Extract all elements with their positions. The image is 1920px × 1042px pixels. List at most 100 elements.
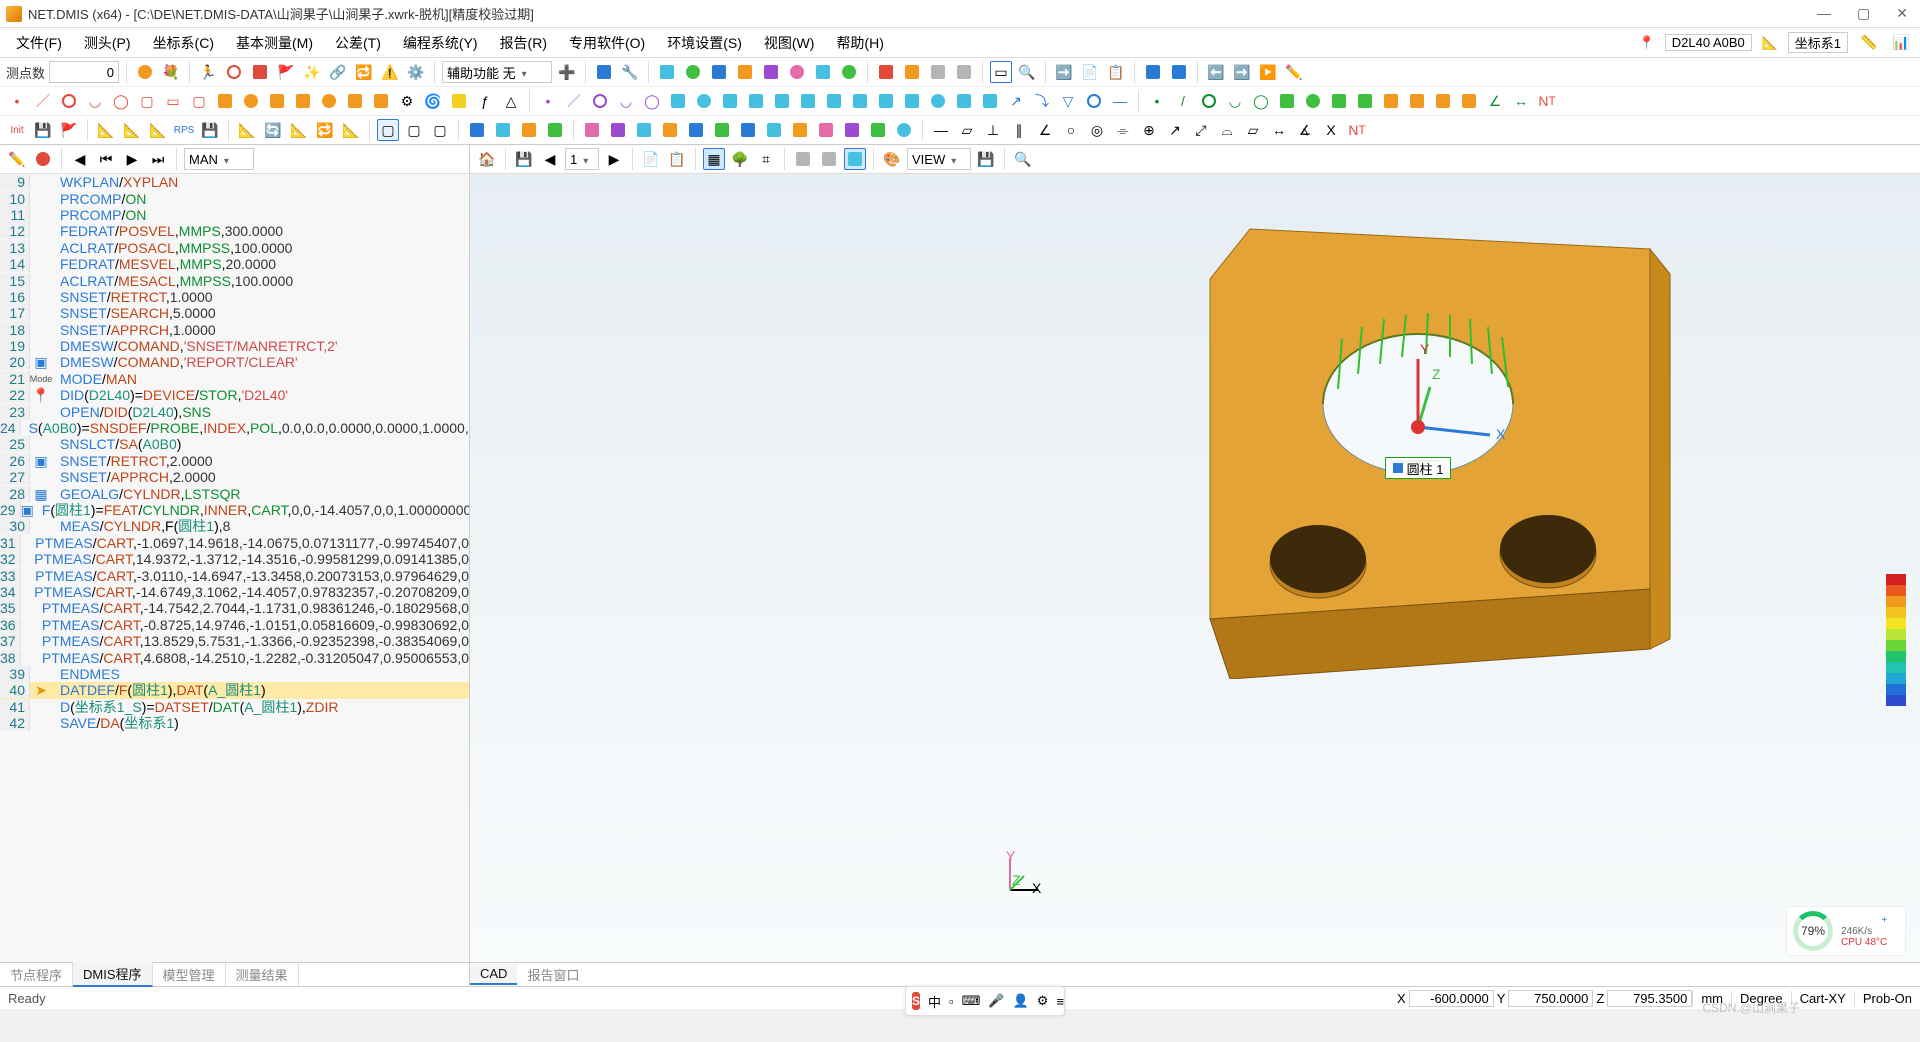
ime-gear-icon[interactable]: ⚙ <box>1037 993 1049 1009</box>
dbh-icon[interactable] <box>893 119 915 141</box>
code-line[interactable]: 13ACLRAT/POSACL,MMPSS,100.0000 <box>0 240 469 256</box>
edit-icon[interactable]: ✏️ <box>1283 61 1305 83</box>
next-step-icon[interactable]: ▶ <box>121 148 143 170</box>
rrect-feat-icon[interactable]: ▢ <box>188 90 210 112</box>
con-el-icon[interactable]: ◯ <box>641 90 663 112</box>
rect-feat-icon[interactable]: ▭ <box>162 90 184 112</box>
tol-pl-icon[interactable] <box>1276 90 1298 112</box>
pause-icon[interactable]: 💐 <box>160 61 182 83</box>
menu-program[interactable]: 编程系统(Y) <box>395 31 486 55</box>
curve-feat-icon[interactable] <box>344 90 366 112</box>
con-rr-icon[interactable] <box>849 90 871 112</box>
coord-selector[interactable]: 坐标系1 <box>1788 32 1848 53</box>
db7-icon[interactable] <box>633 119 655 141</box>
con-tor-icon[interactable] <box>927 90 949 112</box>
save2-icon[interactable]: 💾 <box>199 119 221 141</box>
code-line[interactable]: 32PTMEAS/CART,14.9372,-1.3712,-14.3516,-… <box>0 551 469 567</box>
rps-icon[interactable]: RPS <box>173 119 195 141</box>
menu-probe[interactable]: 测头(P) <box>76 31 139 55</box>
code-line[interactable]: 37PTMEAS/CART,13.8529,5.7531,-1.3366,-0.… <box>0 633 469 649</box>
gdt-par-icon[interactable]: ∥ <box>1008 119 1030 141</box>
target-icon[interactable] <box>223 61 245 83</box>
gdt-perp-icon[interactable]: ⊥ <box>982 119 1004 141</box>
gdt-flat-icon[interactable]: ▱ <box>956 119 978 141</box>
gdt-profs-icon[interactable]: ⏥ <box>1242 119 1264 141</box>
code-line[interactable]: 30MEAS/CYLNDR,F(圆柱1),8 <box>0 518 469 534</box>
con-srf-icon[interactable] <box>979 90 1001 112</box>
plane-feat-icon[interactable] <box>214 90 236 112</box>
tol-sq-icon[interactable] <box>1406 90 1428 112</box>
aux-add-icon[interactable]: ➕ <box>556 61 578 83</box>
gear-icon[interactable]: ⚙️ <box>405 61 427 83</box>
cs-rot-icon[interactable]: 🔄 <box>262 119 284 141</box>
next-icon[interactable]: ➡️ <box>1231 61 1253 83</box>
code-line[interactable]: 29▣F(圆柱1)=FEAT/CYLNDR,INNER,CART,0,0,-14… <box>0 502 469 518</box>
box2-icon[interactable]: ▢ <box>403 119 425 141</box>
refresh-icon[interactable]: 🔁 <box>353 61 375 83</box>
code-line[interactable]: 16SNSET/RETRCT,1.0000 <box>0 289 469 305</box>
code-line[interactable]: 25SNSLCT/SA(A0B0) <box>0 436 469 452</box>
dba-icon[interactable] <box>711 119 733 141</box>
zoom-fit-icon[interactable]: 🔍 <box>1016 61 1038 83</box>
tab-dmis-prog[interactable]: DMIS程序 <box>73 962 153 987</box>
con-cone-icon[interactable] <box>745 90 767 112</box>
tab-report-win[interactable]: 报告窗口 <box>517 963 589 986</box>
tol-cy-icon[interactable] <box>1328 90 1350 112</box>
fx3-icon[interactable] <box>927 61 949 83</box>
probe-selector[interactable]: D2L40 A0B0 <box>1665 34 1752 51</box>
gdt-straight-icon[interactable]: — <box>930 119 952 141</box>
view-prev-icon[interactable]: ◀ <box>539 148 561 170</box>
thread-feat-icon[interactable]: 🌀 <box>422 90 444 112</box>
code-line[interactable]: 11PRCOMP/ON <box>0 207 469 223</box>
tol-cn-icon[interactable] <box>1354 90 1376 112</box>
code-line[interactable]: 38PTMEAS/CART,4.6808,-14.2510,-1.2282,-0… <box>0 649 469 665</box>
cs1-icon[interactable]: 📐 <box>95 119 117 141</box>
view-select-icon[interactable]: ▦ <box>703 148 725 170</box>
prev-step-icon[interactable]: ◀ <box>69 148 91 170</box>
cone-icon[interactable] <box>734 61 756 83</box>
code-line[interactable]: 18SNSET/APPRCH,1.0000 <box>0 322 469 338</box>
cyl-feat-icon[interactable] <box>266 90 288 112</box>
status-cart[interactable]: Cart-XY <box>1791 991 1854 1006</box>
fx1-icon[interactable] <box>875 61 897 83</box>
view-save-v-icon[interactable]: 💾 <box>975 148 997 170</box>
menu-settings[interactable]: 环境设置(S) <box>659 31 750 55</box>
code-line[interactable]: 14FEDRAT/MESVEL,MMPS,20.0000 <box>0 256 469 272</box>
code-line[interactable]: 41D(坐标系1_S)=DATSET/DAT(A_圆柱1),ZDIR <box>0 699 469 715</box>
dim-ang-icon[interactable]: ∡ <box>1294 119 1316 141</box>
ime-bar[interactable]: S 中 ▫ ⌨ 🎤 👤 ⚙ ≡ <box>905 986 1065 1016</box>
menu-measure[interactable]: 基本测量(M) <box>228 31 321 55</box>
code-line[interactable]: 15ACLRAT/MESACL,MMPSS,100.0000 <box>0 272 469 288</box>
dim-nt-icon[interactable]: NT <box>1346 119 1368 141</box>
con-circle-icon[interactable] <box>589 90 611 112</box>
db5-icon[interactable] <box>581 119 603 141</box>
close-button[interactable]: ✕ <box>1890 5 1914 22</box>
gdt-circy-icon[interactable]: ○ <box>1060 119 1082 141</box>
code-line[interactable]: 33PTMEAS/CART,-3.0110,-14.6947,-13.3458,… <box>0 567 469 583</box>
box3-icon[interactable]: ▢ <box>429 119 451 141</box>
circle-feat-icon[interactable] <box>58 90 80 112</box>
arrow-icon[interactable]: ➡️ <box>1053 61 1075 83</box>
play-all-icon[interactable]: ▶️ <box>1257 61 1279 83</box>
con-proj-icon[interactable]: ⤵ <box>1031 90 1053 112</box>
tab-model-mgr[interactable]: 模型管理 <box>153 963 226 986</box>
db2-icon[interactable] <box>492 119 514 141</box>
code-line[interactable]: 20▣DMESW/COMAND,'REPORT/CLEAR' <box>0 354 469 370</box>
cs3-icon[interactable]: 📐 <box>147 119 169 141</box>
gdt-pos-icon[interactable]: ⊕ <box>1138 119 1160 141</box>
cube2-icon[interactable] <box>812 61 834 83</box>
status-prob[interactable]: Prob-On <box>1854 991 1920 1006</box>
view-color-icon[interactable]: 🎨 <box>881 148 903 170</box>
code-line[interactable]: 31PTMEAS/CART,-1.0697,14.9618,-14.0675,0… <box>0 535 469 551</box>
tab-meas-result[interactable]: 测量结果 <box>226 963 299 986</box>
line-feat-icon[interactable]: ／ <box>32 90 54 112</box>
cs-bf-icon[interactable]: 📐 <box>340 119 362 141</box>
db9-icon[interactable] <box>685 119 707 141</box>
view-copy-icon[interactable]: 📄 <box>640 148 662 170</box>
con-int-icon[interactable] <box>1083 90 1105 112</box>
prev-icon[interactable]: ⬅️ <box>1205 61 1227 83</box>
view-t1-icon[interactable] <box>792 148 814 170</box>
code-line[interactable]: 10PRCOMP/ON <box>0 190 469 206</box>
grid-icon[interactable] <box>1142 61 1164 83</box>
gdt-sym-icon[interactable]: ⌯ <box>1112 119 1134 141</box>
